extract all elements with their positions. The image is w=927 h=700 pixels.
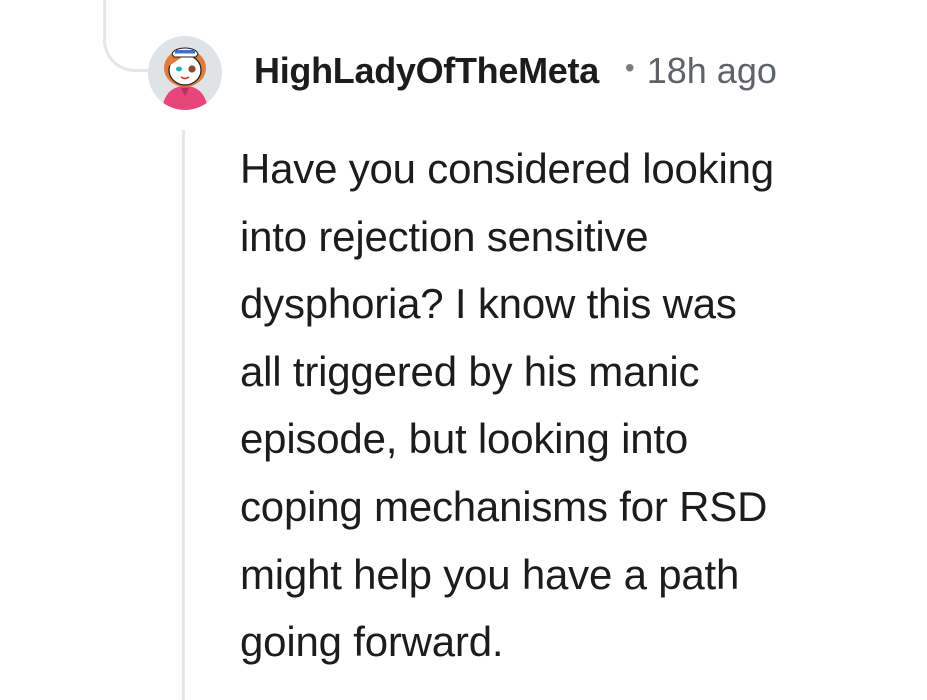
comment-body: Have you considered looking into rejecti… [240, 135, 880, 676]
thread-collapse-line[interactable] [182, 130, 185, 700]
comment-header: HighLadyOfTheMeta • 18h ago [254, 46, 777, 96]
comment-thread: HighLadyOfTheMeta • 18h ago Have you con… [0, 0, 927, 700]
comment-body-line: dysphoria? I know this was [240, 280, 737, 328]
comment-body-line: all triggered by his manic [240, 347, 700, 395]
comment-timestamp[interactable]: 18h ago [647, 50, 777, 92]
user-avatar-icon[interactable] [148, 36, 222, 110]
comment-body-line: Have you considered looking [240, 145, 774, 192]
comment-body-line: episode, but looking into [240, 415, 688, 463]
comment-body-line: coping mechanisms for RSD [240, 482, 768, 530]
username-link[interactable]: HighLadyOfTheMeta [254, 50, 599, 92]
meta-separator: • [624, 52, 635, 83]
comment-body-line: going forward. [240, 618, 504, 666]
thread-connector-curve [103, 0, 149, 72]
comment-body-line: into rejection sensitive [240, 212, 649, 260]
comment-body-line: might help you have a path [240, 550, 740, 598]
